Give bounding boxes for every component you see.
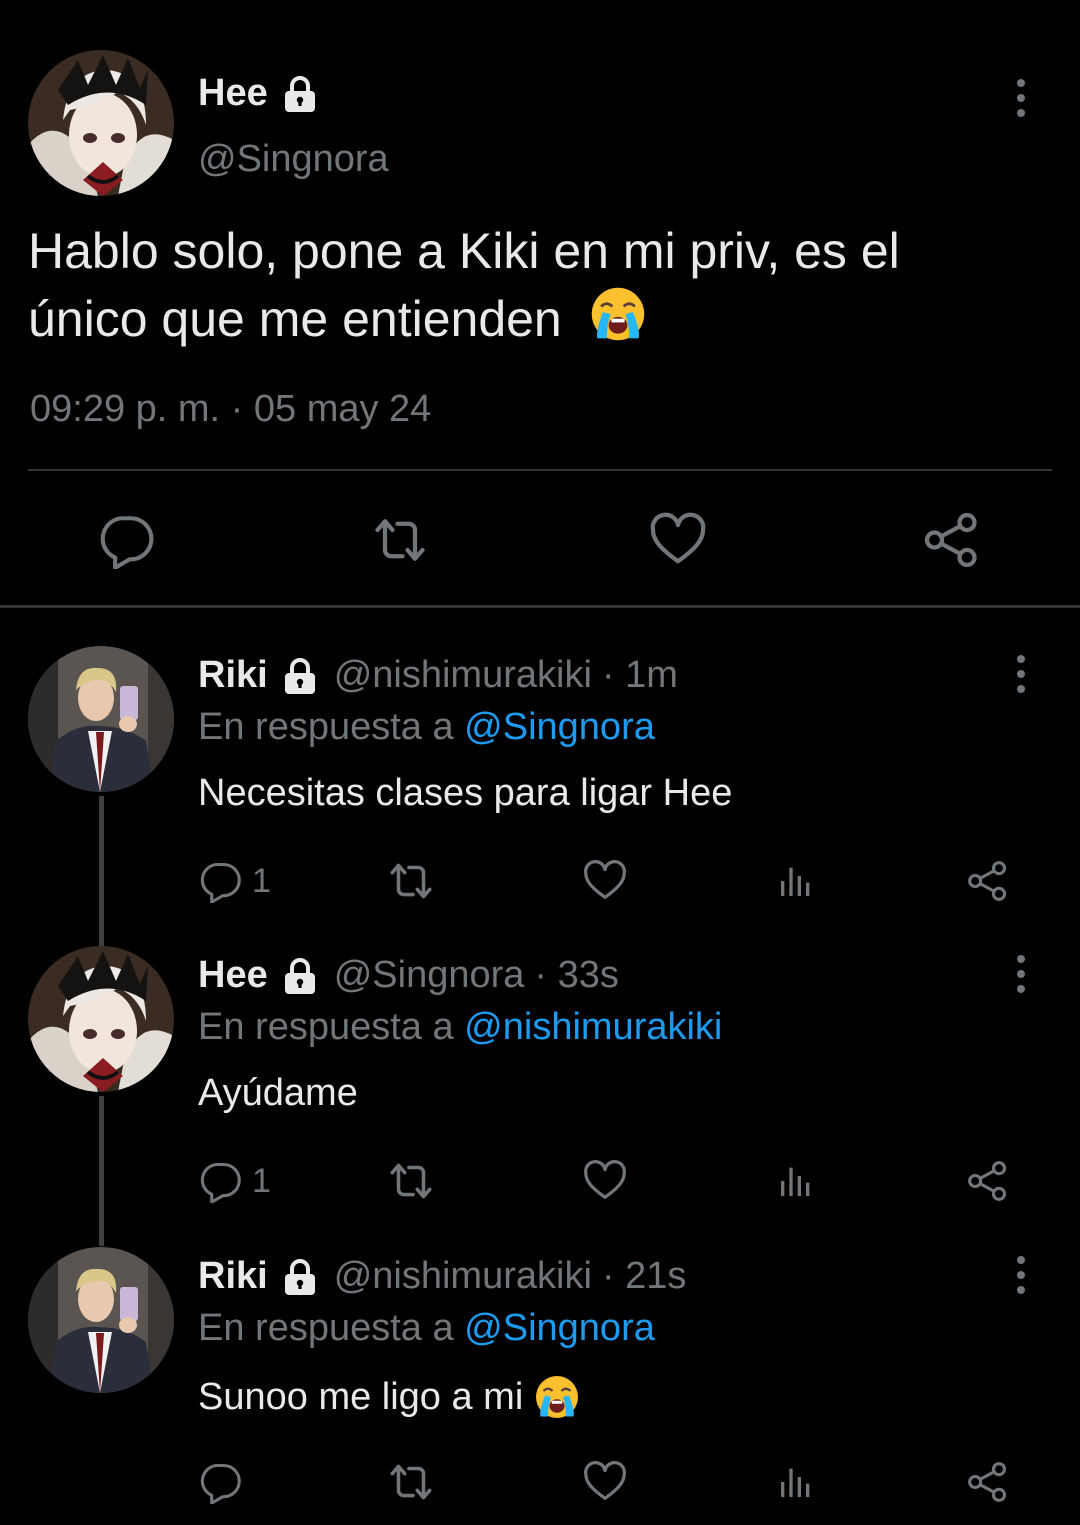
tweet-timestamp[interactable]: 09:29 p. m. · 05 may 24 [30,388,431,431]
reply-text: Sunoo me ligo a mi [198,1373,581,1421]
reply-text: Ayúdame [198,1072,358,1115]
tweet-text: Hablo solo, pone a Kiki en mi priv, es e… [28,223,900,347]
author-handle[interactable]: @nishimurakiki [334,1255,592,1298]
more-options-icon[interactable] [1001,1250,1041,1300]
retweet-button[interactable] [386,851,436,911]
tweet-thread-page: Hee @Singnora Hablo solo, pone a Kiki en… [0,0,1080,1525]
mention-link[interactable]: @Singnora [464,1307,655,1349]
views-button[interactable] [776,851,816,911]
main-tweet: Hee @Singnora Hablo solo, pone a Kiki en… [0,0,1080,608]
like-button[interactable] [582,1452,628,1512]
divider [0,605,1080,608]
author-handle[interactable]: @nishimurakiki [334,654,592,697]
reply-context: En respuesta a @Singnora [198,1307,655,1350]
reply-header: Hee @Singnora · 33s [198,954,619,997]
reply-button[interactable]: 1 [198,851,271,911]
tweet-actions: 1 [0,1151,1080,1211]
retweet-button[interactable] [386,1452,436,1512]
author-name[interactable]: Riki [198,654,268,697]
reply-text-content: Ayúdame [198,1072,358,1114]
reply-prefix: En respuesta a [198,1307,454,1349]
reply-context: En respuesta a @nishimurakiki [198,1006,722,1049]
author-name-row[interactable]: Hee [198,72,320,115]
share-button[interactable] [966,1151,1010,1211]
like-button[interactable] [648,510,708,570]
lock-icon [280,1257,320,1297]
reply-count: 1 [252,861,271,900]
loudly-crying-face-icon [533,1373,581,1421]
more-options-icon[interactable] [1001,73,1041,123]
tweet-actions [0,500,1080,580]
loudly-crying-face-icon [588,284,648,344]
reply-header: Riki @nishimurakiki · 1m [198,654,678,697]
share-button[interactable] [966,851,1010,911]
reply-button[interactable]: 1 [198,1151,271,1211]
author-name[interactable]: Hee [198,954,268,997]
like-button[interactable] [582,1151,628,1211]
author-name[interactable]: Riki [198,1255,268,1298]
reply-time: · 1m [601,654,678,696]
reply-time: · 33s [534,954,619,996]
reply-prefix: En respuesta a [198,706,454,748]
reply-text-content: Necesitas clases para ligar Hee [198,772,733,814]
avatar[interactable] [28,1247,174,1393]
reply-header: Riki @nishimurakiki · 21s [198,1255,686,1298]
reply-tweet: Riki @nishimurakiki · 1m En respuesta a … [0,646,1080,946]
mention-link[interactable]: @Singnora [464,706,655,748]
share-button[interactable] [922,510,982,570]
lock-icon [280,956,320,996]
reply-text: Necesitas clases para ligar Hee [198,772,732,815]
retweet-button[interactable] [386,1151,436,1211]
reply-button[interactable] [198,1452,252,1512]
lock-icon [280,74,320,114]
reply-time: · 21s [601,1255,687,1297]
avatar[interactable] [28,946,174,1092]
more-options-icon[interactable] [1001,949,1041,999]
reply-button[interactable] [96,510,156,570]
views-button[interactable] [776,1151,816,1211]
reply-context: En respuesta a @Singnora [198,706,655,749]
more-options-icon[interactable] [1001,649,1041,699]
tweet-text-block: Hablo solo, pone a Kiki en mi priv, es e… [28,218,1028,352]
author-handle[interactable]: @Singnora [198,138,389,181]
reply-text-content: Sunoo me ligo a mi [198,1375,524,1418]
avatar[interactable] [28,50,174,196]
author-name[interactable]: Hee [198,72,268,115]
reply-tweet: Riki @nishimurakiki · 21s En respuesta a… [0,1247,1080,1525]
tweet-actions [0,1452,1080,1512]
reply-tweet: Hee @Singnora · 33s En respuesta a @nish… [0,942,1080,1246]
author-handle[interactable]: @Singnora [334,954,525,997]
reply-count: 1 [252,1161,271,1200]
like-button[interactable] [582,851,628,911]
tweet-actions: 1 [0,851,1080,911]
lock-icon [280,656,320,696]
reply-prefix: En respuesta a [198,1006,454,1048]
share-button[interactable] [966,1452,1010,1512]
mention-link[interactable]: @nishimurakiki [464,1006,722,1048]
retweet-button[interactable] [370,510,430,570]
views-button[interactable] [776,1452,816,1512]
avatar[interactable] [28,646,174,792]
divider [28,469,1052,471]
